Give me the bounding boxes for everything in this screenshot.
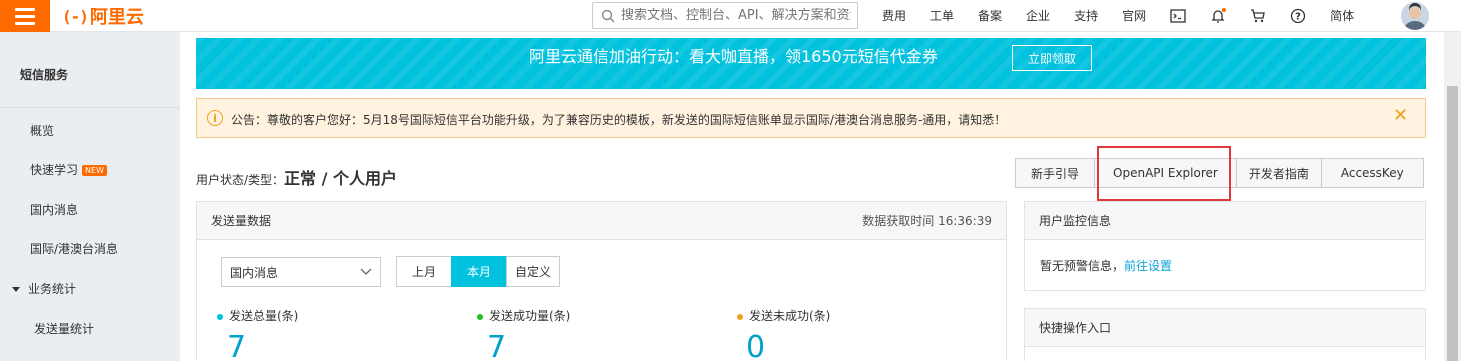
user-status-label: 用户状态/类型： (196, 173, 285, 187)
sidebar-group-stats[interactable]: 业务统计 (12, 280, 76, 297)
quick-actions-title: 快捷操作入口 (1039, 321, 1112, 335)
top-nav: 费用 工单 备案 企业 支持 官网 ? 简体 (870, 0, 1366, 32)
sidebar-item-label: 国际/港澳台消息 (30, 242, 119, 256)
menu-icon[interactable] (0, 0, 50, 32)
announcement-bar: i 公告：尊敬的客户您好：5月18号国际短信平台功能升级，为了兼容历史的模板，新… (196, 98, 1426, 138)
sidebar-item-international[interactable]: 国际/港澳台消息 (30, 240, 118, 257)
quick-actions-header: 快捷操作入口 (1025, 309, 1425, 347)
user-status: 用户状态/类型：正常 / 个人用户 (196, 165, 397, 189)
new-badge: NEW (82, 165, 107, 176)
stat-success-value: 7 (487, 330, 507, 361)
sidebar: 短信服务 概览 快速学习 NEW 国内消息 国际/港澳台消息 业务统计 发送量统计 (0, 32, 180, 361)
sidebar-item-quick-learn[interactable]: 快速学习 NEW (30, 161, 107, 178)
sidebar-item-send-stats[interactable]: 发送量统计 (34, 320, 94, 337)
accesskey-button[interactable]: AccessKey (1320, 158, 1424, 188)
sidebar-group-label: 业务统计 (28, 282, 77, 296)
help-icon[interactable]: ? (1278, 0, 1318, 32)
monitor-message: 暂无预警信息，前往设置 (1040, 257, 1172, 274)
bell-icon[interactable] (1198, 0, 1238, 32)
language-switch[interactable]: 简体 (1318, 0, 1366, 32)
message-type-select[interactable]: 国内消息 (221, 257, 381, 287)
send-volume-header: 发送量数据 数据获取时间 16:36:39 (197, 202, 1006, 240)
avatar[interactable] (1401, 2, 1429, 30)
nav-official-site[interactable]: 官网 (1110, 0, 1158, 32)
announcement-text: 公告：尊敬的客户您好：5月18号国际短信平台功能升级，为了兼容历史的模板，新发送… (231, 113, 1007, 127)
highlight-box (1097, 146, 1231, 201)
search-box[interactable] (592, 2, 858, 29)
monitor-panel: 用户监控信息 (1024, 201, 1426, 291)
sidebar-item-label: 概览 (30, 124, 55, 138)
bullet-dot (737, 313, 743, 320)
stat-failed-value: 0 (746, 330, 766, 361)
cart-icon[interactable] (1238, 0, 1278, 32)
period-custom[interactable]: 自定义 (506, 256, 561, 287)
sidebar-divider (0, 107, 180, 108)
stat-label: 发送总量(条) (229, 309, 299, 323)
stat-failed-label: 发送未成功(条) (737, 307, 830, 324)
stat-total-value: 7 (227, 330, 247, 361)
bullet-dot (477, 313, 483, 320)
stat-total-label: 发送总量(条) (217, 307, 298, 324)
sidebar-title: 短信服务 (20, 68, 69, 82)
sidebar-item-overview[interactable]: 概览 (30, 122, 54, 139)
sidebar-item-label: 国内消息 (30, 203, 79, 217)
select-value: 国内消息 (230, 265, 279, 280)
fetch-time: 数据获取时间 16:36:39 (862, 214, 992, 228)
logo-text: 阿里云 (89, 7, 144, 28)
claim-button[interactable]: 立即领取 (1012, 45, 1092, 71)
bullet-dot (217, 313, 223, 320)
period-toggle: 上月 本月 自定义 (396, 256, 561, 287)
nav-support[interactable]: 支持 (1062, 0, 1110, 32)
banner-text: 阿里云通信加油行动：看大咖直播，领1650元短信代金券 (529, 47, 938, 66)
promo-banner[interactable]: 阿里云通信加油行动：看大咖直播，领1650元短信代金券 立即领取 (196, 38, 1426, 89)
nav-enterprise[interactable]: 企业 (1014, 0, 1062, 32)
stat-success-label: 发送成功量(条) (477, 307, 570, 324)
period-last-month[interactable]: 上月 (396, 256, 453, 287)
scrollbar-thumb[interactable] (1447, 86, 1458, 361)
close-icon[interactable]: ✕ (1393, 105, 1408, 126)
info-icon: i (207, 110, 223, 126)
terminal-icon[interactable] (1158, 0, 1198, 32)
monitor-header: 用户监控信息 (1025, 202, 1425, 240)
developer-guide-button[interactable]: 开发者指南 (1235, 158, 1322, 188)
sidebar-item-label: 快速学习 (30, 163, 79, 177)
nav-ticket[interactable]: 工单 (918, 0, 966, 32)
monitor-title: 用户监控信息 (1039, 214, 1112, 228)
search-icon (601, 9, 615, 22)
quick-actions-panel: 快捷操作入口 (1024, 308, 1426, 361)
go-settings-link[interactable]: 前往设置 (1124, 259, 1172, 273)
sidebar-item-domestic[interactable]: 国内消息 (30, 201, 78, 218)
user-status-value: 正常 / 个人用户 (284, 169, 398, 188)
search-input[interactable] (621, 8, 851, 23)
stat-label: 发送成功量(条) (489, 309, 571, 323)
svg-text:?: ? (1295, 12, 1301, 23)
nav-billing[interactable]: 费用 (870, 0, 918, 32)
caret-down-icon (12, 286, 20, 292)
send-volume-title: 发送量数据 (211, 214, 272, 228)
beginner-guide-button[interactable]: 新手引导 (1015, 158, 1096, 188)
nav-icp[interactable]: 备案 (966, 0, 1014, 32)
aliyun-logo[interactable]: (-) 阿里云 (62, 4, 144, 29)
period-this-month[interactable]: 本月 (451, 256, 508, 287)
monitor-text: 暂无预警信息， (1040, 259, 1125, 273)
stat-label: 发送未成功(条) (749, 309, 831, 323)
sidebar-item-label: 发送量统计 (34, 322, 95, 336)
top-bar: (-) 阿里云 费用 工单 备案 企业 支持 官网 ? 简体 (0, 0, 1461, 32)
chevron-down-icon (360, 268, 372, 275)
